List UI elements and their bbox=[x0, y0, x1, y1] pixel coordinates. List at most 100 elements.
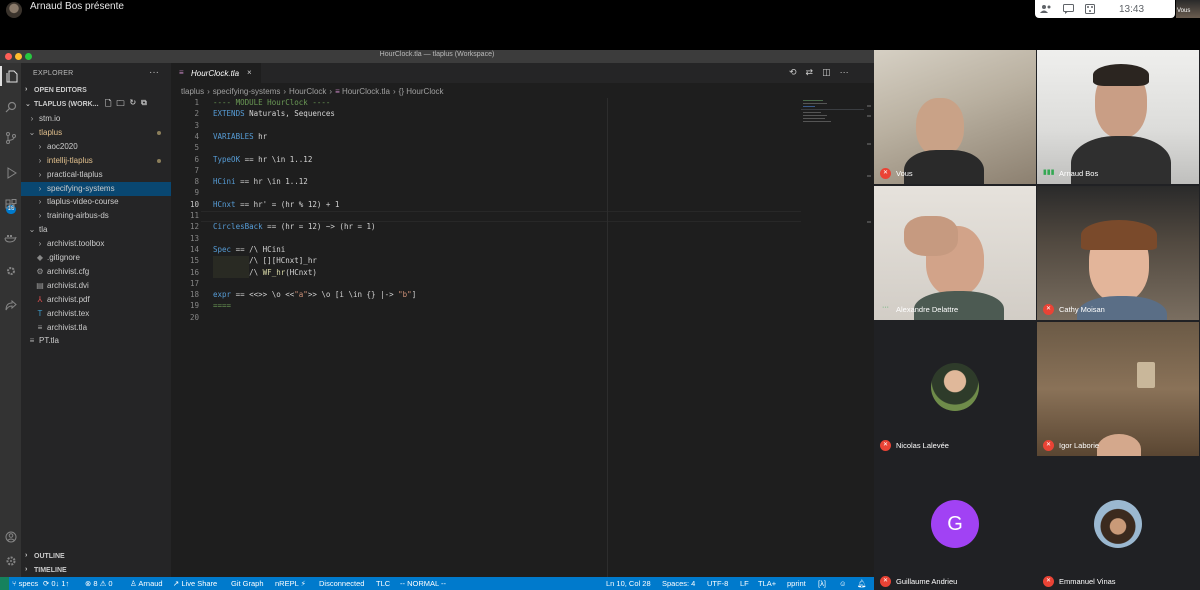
line-number: 14 bbox=[189, 244, 199, 254]
language-status[interactable]: TLA+ bbox=[758, 579, 776, 588]
remote-indicator[interactable] bbox=[0, 577, 9, 590]
feedback-icon[interactable]: ☺ bbox=[839, 579, 847, 588]
self-view-thumbnail[interactable]: Vous bbox=[1176, 0, 1200, 18]
participant-tile[interactable]: ✕ Igor Laborie bbox=[1037, 322, 1199, 456]
line-number: 15 bbox=[189, 256, 199, 266]
lambda-status[interactable]: [λ] bbox=[818, 579, 826, 588]
extension-gear-icon[interactable] bbox=[0, 261, 21, 281]
participant-tile[interactable]: ✕ Emmanuel Vinas bbox=[1037, 458, 1199, 590]
participant-tile[interactable]: ··· Alexandre Delattre bbox=[874, 186, 1036, 320]
tree-item[interactable]: › archivist.toolbox bbox=[21, 237, 171, 251]
chevron-down-icon: ⌄ bbox=[28, 225, 36, 235]
code-line: expr == <<>> \o <<"a">> \o [i \in {} |->… bbox=[213, 290, 417, 300]
problems-status[interactable]: ⊗ 8 ⚠ 0 bbox=[85, 579, 113, 588]
line-number: 3 bbox=[194, 120, 199, 130]
workspace-section[interactable]: ⌄ TLAPLUS (WORK... 🗋 🗀 ↻ ⧉ bbox=[21, 98, 171, 111]
open-editors-section[interactable]: › OPEN EDITORS bbox=[21, 84, 171, 97]
nrepl-status[interactable]: nREPL ⚡ bbox=[275, 579, 306, 588]
chevron-right-icon: › bbox=[207, 87, 210, 96]
timeline-section[interactable]: › TIMELINE bbox=[21, 564, 171, 577]
scrollbar-overview[interactable] bbox=[866, 103, 872, 253]
close-tab-icon[interactable]: × bbox=[247, 68, 252, 77]
split-editor-icon[interactable]: ◫ bbox=[822, 67, 831, 78]
tree-item-label: archivist.tla bbox=[47, 322, 88, 332]
self-view-label: Vous bbox=[1177, 8, 1191, 14]
line-number: 4 bbox=[194, 131, 199, 141]
live-share-status[interactable]: ↗ Live Share bbox=[173, 579, 217, 588]
tree-item-label: aoc2020 bbox=[47, 141, 78, 151]
more-actions-icon[interactable]: ··· bbox=[840, 67, 849, 78]
search-icon[interactable] bbox=[0, 97, 21, 117]
branch-status[interactable]: ⑂ specs bbox=[12, 579, 38, 588]
notifications-bell-icon[interactable]: 🔔︎ bbox=[857, 579, 867, 588]
tree-item[interactable]: › training-airbus-ds bbox=[21, 209, 171, 223]
participant-tile[interactable]: ✕ Nicolas Lalevée bbox=[874, 322, 1036, 456]
tree-item[interactable]: › tlaplus-video-course bbox=[21, 195, 171, 209]
breadcrumb-item[interactable]: tlaplus bbox=[181, 87, 204, 96]
participant-tile[interactable]: ✕ Vous bbox=[874, 50, 1036, 184]
tree-item[interactable]: Tarchivist.tex bbox=[21, 307, 171, 321]
breadcrumb-item[interactable]: HourClock.tla bbox=[342, 87, 390, 96]
breadcrumb-item[interactable]: specifying-systems bbox=[213, 87, 281, 96]
tree-item[interactable]: › intellij-tlaplus bbox=[21, 154, 171, 168]
tree-item-label: PT.tla bbox=[39, 336, 60, 346]
tree-item[interactable]: ⌄ tla bbox=[21, 223, 171, 237]
tlc-status[interactable]: TLC bbox=[376, 579, 390, 588]
tree-item[interactable]: ⅄ archivist.pdf bbox=[21, 293, 171, 307]
account-icon[interactable] bbox=[0, 527, 21, 547]
tree-item[interactable]: ⌄ tlaplus bbox=[21, 126, 171, 140]
tree-item[interactable]: ≡ archivist.tla bbox=[21, 321, 171, 335]
tree-item[interactable]: › practical-tlaplus bbox=[21, 168, 171, 182]
tree-item[interactable]: › specifying-systems bbox=[21, 181, 171, 196]
tab-hourclock[interactable]: ≡ HourClock.tla × bbox=[171, 63, 261, 83]
eol-status[interactable]: LF bbox=[740, 579, 749, 588]
line-number: 5 bbox=[194, 143, 199, 153]
pprint-status[interactable]: pprint bbox=[787, 579, 806, 588]
tree-item[interactable]: ⚙ archivist.cfg bbox=[21, 265, 171, 279]
open-changes-icon[interactable]: ⇄ bbox=[806, 67, 814, 78]
breadcrumb-item[interactable]: HourClock bbox=[289, 87, 326, 96]
docker-icon[interactable] bbox=[0, 228, 21, 248]
more-actions-icon[interactable]: ··· bbox=[149, 67, 159, 78]
tree-item[interactable]: ◆ .gitignore bbox=[21, 251, 171, 265]
tree-item[interactable]: › aoc2020 bbox=[21, 140, 171, 154]
git-graph-status[interactable]: Git Graph bbox=[231, 579, 264, 588]
extensions-icon[interactable] bbox=[0, 195, 21, 215]
chat-icon[interactable] bbox=[1057, 0, 1079, 18]
refresh-icon[interactable]: ↻ bbox=[129, 98, 136, 112]
tree-item[interactable]: › stm.io bbox=[21, 112, 171, 126]
line-number: 9 bbox=[194, 188, 199, 198]
timeline-label: TIMELINE bbox=[34, 567, 67, 574]
participant-tile[interactable]: ✕ Cathy Moisan bbox=[1037, 186, 1199, 320]
tree-item-label: archivist.cfg bbox=[47, 266, 90, 276]
participant-tile[interactable]: G ✕ Guillaume Andrieu bbox=[874, 458, 1036, 590]
tree-item[interactable]: ≡ PT.tla bbox=[21, 334, 171, 348]
new-file-icon[interactable]: 🗋 bbox=[105, 98, 111, 112]
source-control-icon[interactable] bbox=[0, 128, 21, 148]
participant-tile[interactable]: ▮▮▮ Arnaud Bos bbox=[1037, 50, 1199, 184]
activities-icon[interactable] bbox=[1079, 0, 1101, 18]
encoding-status[interactable]: UTF-8 bbox=[707, 579, 728, 588]
minimap[interactable] bbox=[801, 98, 866, 128]
history-icon[interactable]: ⟲ bbox=[789, 67, 797, 78]
people-icon[interactable] bbox=[1035, 0, 1057, 18]
run-debug-icon[interactable] bbox=[0, 163, 21, 183]
new-folder-icon[interactable]: 🗀 bbox=[116, 98, 124, 112]
indentation-status[interactable]: Spaces: 4 bbox=[662, 579, 695, 588]
live-share-icon[interactable] bbox=[0, 295, 21, 315]
outline-section[interactable]: › OUTLINE bbox=[21, 550, 171, 563]
author-status[interactable]: ♙ Arnaud bbox=[130, 579, 163, 588]
chevron-right-icon: › bbox=[38, 183, 42, 193]
cursor-position-status[interactable]: Ln 10, Col 28 bbox=[606, 579, 651, 588]
tree-item-label: tla bbox=[39, 225, 48, 235]
line-number: 17 bbox=[189, 278, 199, 288]
explorer-icon[interactable] bbox=[0, 66, 21, 86]
chevron-right-icon: › bbox=[38, 155, 42, 165]
meeting-top-bar: Arnaud Bos présente 13:43 Vous bbox=[0, 0, 1200, 50]
connection-status[interactable]: Disconnected bbox=[319, 579, 364, 588]
tree-item[interactable]: ▤ archivist.dvi bbox=[21, 279, 171, 293]
sync-status[interactable]: ⟳ 0↓ 1↑ bbox=[43, 579, 69, 588]
breadcrumb-item[interactable]: {} HourClock bbox=[399, 87, 444, 96]
collapse-all-icon[interactable]: ⧉ bbox=[141, 98, 147, 112]
manage-gear-icon[interactable] bbox=[0, 551, 21, 571]
